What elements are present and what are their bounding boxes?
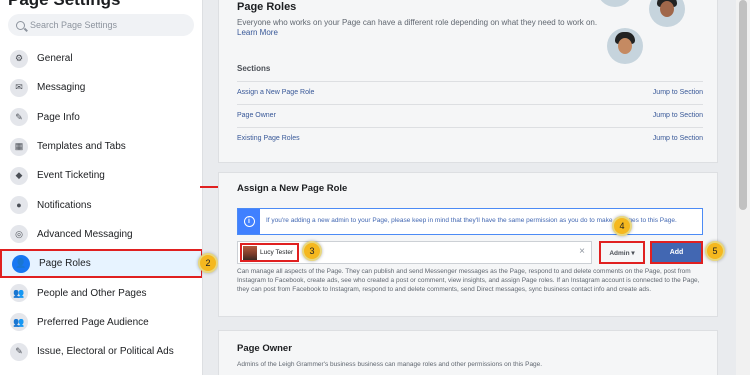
pencil-icon: ✎: [10, 108, 28, 127]
sidebar-item-political-ads[interactable]: ✎ Issue, Electoral or Political Ads: [0, 337, 202, 366]
settings-sidebar: Page Settings ⚙ General ✉ Messaging ✎ Pa…: [0, 0, 203, 375]
sidebar-item-label: Preferred Page Audience: [37, 316, 149, 328]
pencil-icon: ✎: [10, 342, 28, 361]
sidebar-item-page-info[interactable]: ✎ Page Info: [0, 103, 202, 132]
info-banner: i If you're adding a new admin to your P…: [237, 208, 703, 235]
person-input[interactable]: Lucy Tester ×: [237, 241, 592, 264]
callout-badge-2: 2: [198, 253, 218, 273]
section-link[interactable]: Assign a New Page Role: [237, 89, 314, 96]
callout-badge-5: 5: [705, 241, 725, 261]
people-icon: 👥: [10, 313, 28, 332]
page-owner-description: Admins of the Leigh Grammer's business b…: [237, 361, 543, 368]
section-row: Assign a New Page Role Jump to Section: [237, 81, 703, 103]
permission-description: Can manage all aspects of the Page. They…: [237, 268, 700, 293]
scrollbar[interactable]: [736, 0, 750, 375]
selected-person-chip[interactable]: Lucy Tester: [240, 243, 300, 262]
person-thumbnail: [243, 245, 257, 260]
sidebar-item-label: Messaging: [37, 82, 86, 94]
gear-icon: ⚙: [10, 49, 28, 68]
sidebar-item-label: General: [37, 53, 73, 65]
sidebar-item-event-ticketing[interactable]: ◆ Event Ticketing: [0, 161, 202, 190]
jump-to-section-link[interactable]: Jump to Section: [653, 135, 703, 142]
close-icon[interactable]: ×: [579, 246, 585, 257]
learn-more-link[interactable]: Learn More: [237, 28, 278, 37]
grid-icon: ▦: [10, 137, 28, 156]
messenger-icon: ◎: [10, 225, 28, 244]
section-link[interactable]: Existing Page Roles: [237, 135, 300, 142]
sidebar-item-label: Event Ticketing: [37, 170, 105, 182]
scrollbar-thumb[interactable]: [739, 0, 747, 210]
sidebar-item-label: Notifications: [37, 199, 92, 211]
callout-badge-3: 3: [302, 241, 322, 261]
page-owner-title: Page Owner: [237, 343, 292, 354]
callout-badge-4: 4: [612, 216, 632, 236]
sidebar-title: Page Settings: [8, 0, 120, 10]
page-owner-card: Page Owner Admins of the Leigh Grammer's…: [218, 330, 718, 375]
page-roles-description: Everyone who works on your Page can have…: [237, 18, 598, 27]
jump-to-section-link[interactable]: Jump to Section: [653, 89, 703, 96]
sidebar-nav: ⚙ General ✉ Messaging ✎ Page Info ▦ Temp…: [0, 44, 202, 366]
sidebar-item-notifications[interactable]: ● Notifications: [0, 190, 202, 219]
ticket-icon: ◆: [10, 166, 28, 185]
sidebar-item-people-pages[interactable]: 👥 People and Other Pages: [0, 278, 202, 307]
sidebar-item-label: Advanced Messaging: [37, 228, 133, 240]
section-row: Existing Page Roles Jump to Section: [237, 127, 703, 149]
sidebar-item-label: Issue, Electoral or Political Ads: [37, 346, 174, 358]
sidebar-item-page-roles[interactable]: 👤 Page Roles: [0, 249, 202, 279]
avatar: [597, 0, 633, 7]
search-input[interactable]: [30, 20, 190, 30]
section-row: Page Owner Jump to Section: [237, 104, 703, 126]
sidebar-item-messaging[interactable]: ✉ Messaging: [0, 73, 202, 102]
role-dropdown[interactable]: Admin ▾: [599, 241, 645, 264]
avatar-illustration: [587, 0, 697, 71]
assign-role-card: Assign a New Page Role i If you're addin…: [218, 172, 725, 317]
assign-role-title: Assign a New Page Role: [237, 183, 348, 194]
sidebar-item-label: People and Other Pages: [37, 287, 147, 299]
sections-heading: Sections: [237, 64, 271, 73]
people-icon: 👥: [10, 284, 28, 303]
sidebar-item-templates[interactable]: ▦ Templates and Tabs: [0, 132, 202, 161]
jump-to-section-link[interactable]: Jump to Section: [653, 112, 703, 119]
page-roles-card: Page Roles Everyone who works on your Pa…: [218, 0, 718, 163]
avatar: [607, 28, 643, 64]
section-link[interactable]: Page Owner: [237, 112, 276, 119]
sidebar-item-label: Templates and Tabs: [37, 141, 126, 153]
page-title: Page Roles: [237, 1, 297, 13]
sidebar-item-label: Page Info: [37, 111, 80, 123]
info-icon: i: [238, 209, 260, 234]
avatar: [649, 0, 685, 27]
globe-icon: ●: [10, 196, 28, 215]
info-text: If you're adding a new admin to your Pag…: [266, 217, 677, 225]
person-icon: 👤: [12, 254, 30, 273]
search-icon: [16, 20, 25, 30]
sidebar-item-preferred-audience[interactable]: 👥 Preferred Page Audience: [0, 308, 202, 337]
search-box[interactable]: [8, 14, 194, 36]
sidebar-item-general[interactable]: ⚙ General: [0, 44, 202, 73]
person-name: Lucy Tester: [260, 249, 294, 256]
main-content: Page Roles Everyone who works on your Pa…: [218, 0, 736, 375]
sidebar-item-advanced-messaging[interactable]: ◎ Advanced Messaging: [0, 220, 202, 249]
chat-icon: ✉: [10, 78, 28, 97]
add-button[interactable]: Add: [650, 241, 703, 264]
sidebar-item-label: Page Roles: [39, 258, 91, 270]
